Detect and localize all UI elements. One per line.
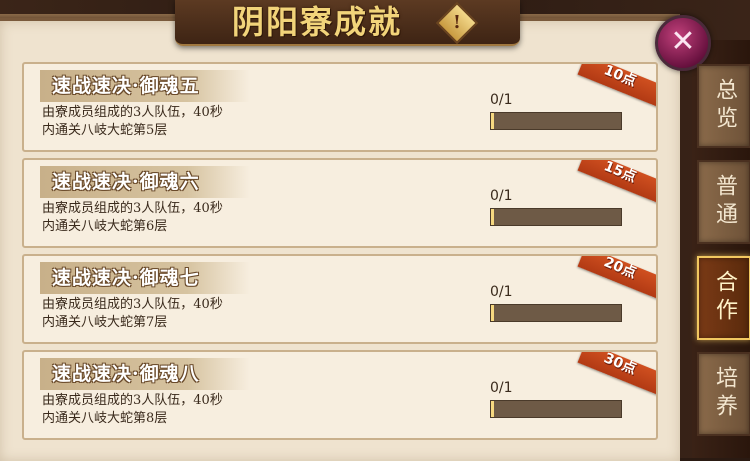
page-title: 阴阳寮成就 <box>232 3 403 41</box>
tab-overview[interactable]: 总览 <box>697 64 750 148</box>
description-line: 内通关八岐大蛇第7层 <box>42 315 168 330</box>
tab-cooperation[interactable]: 合作 <box>697 256 750 340</box>
tab-label: 总览 <box>712 78 737 134</box>
achievement-title: 速战速决·御魂七 <box>52 267 200 289</box>
description-line: 由寮成员组成的3人队伍，40秒 <box>42 393 223 408</box>
progress-bar <box>490 304 622 322</box>
description-line: 内通关八岐大蛇第8层 <box>42 411 168 426</box>
achievement-description: 由寮成员组成的3人队伍，40秒 内通关八岐大蛇第7层 <box>42 296 332 332</box>
achievement-title: 速战速决·御魂六 <box>52 171 200 193</box>
progress-text: 0/1 <box>490 284 513 300</box>
achievement-card[interactable]: 速战速决·御魂七 由寮成员组成的3人队伍，40秒 内通关八岐大蛇第7层 0/1 … <box>22 254 658 344</box>
tab-cultivate[interactable]: 培养 <box>697 352 750 436</box>
description-line: 内通关八岐大蛇第5层 <box>42 123 168 138</box>
close-icon: ✕ <box>670 24 696 59</box>
progress-text: 0/1 <box>490 92 513 108</box>
achievement-title: 速战速决·御魂五 <box>52 75 200 97</box>
progress-cap <box>491 401 494 417</box>
progress-cap <box>491 209 494 225</box>
tab-normal[interactable]: 普通 <box>697 160 750 244</box>
close-button[interactable]: ✕ <box>655 15 711 71</box>
achievement-card[interactable]: 速战速决·御魂八 由寮成员组成的3人队伍，40秒 内通关八岐大蛇第8层 0/1 … <box>22 350 658 440</box>
info-symbol: ! <box>453 12 461 33</box>
achievement-card[interactable]: 速战速决·御魂五 由寮成员组成的3人队伍，40秒 内通关八岐大蛇第5层 0/1 … <box>22 62 658 152</box>
progress-cap <box>491 305 494 321</box>
progress-bar <box>490 208 622 226</box>
description-line: 内通关八岐大蛇第6层 <box>42 219 168 234</box>
progress-text: 0/1 <box>490 188 513 204</box>
progress-cap <box>491 113 494 129</box>
description-line: 由寮成员组成的3人队伍，40秒 <box>42 105 223 120</box>
description-line: 由寮成员组成的3人队伍，40秒 <box>42 297 223 312</box>
achievement-description: 由寮成员组成的3人队伍，40秒 内通关八岐大蛇第5层 <box>42 104 332 140</box>
achievement-description: 由寮成员组成的3人队伍，40秒 内通关八岐大蛇第6层 <box>42 200 332 236</box>
description-line: 由寮成员组成的3人队伍，40秒 <box>42 201 223 216</box>
progress-bar <box>490 112 622 130</box>
progress-bar <box>490 400 622 418</box>
tab-label: 合作 <box>712 270 737 326</box>
achievement-card[interactable]: 速战速决·御魂六 由寮成员组成的3人队伍，40秒 内通关八岐大蛇第6层 0/1 … <box>22 158 658 248</box>
achievement-title: 速战速决·御魂八 <box>52 363 200 385</box>
achievement-description: 由寮成员组成的3人队伍，40秒 内通关八岐大蛇第8层 <box>42 392 332 428</box>
progress-text: 0/1 <box>490 380 513 396</box>
tab-label: 普通 <box>712 174 737 230</box>
tab-label: 培养 <box>712 366 737 422</box>
